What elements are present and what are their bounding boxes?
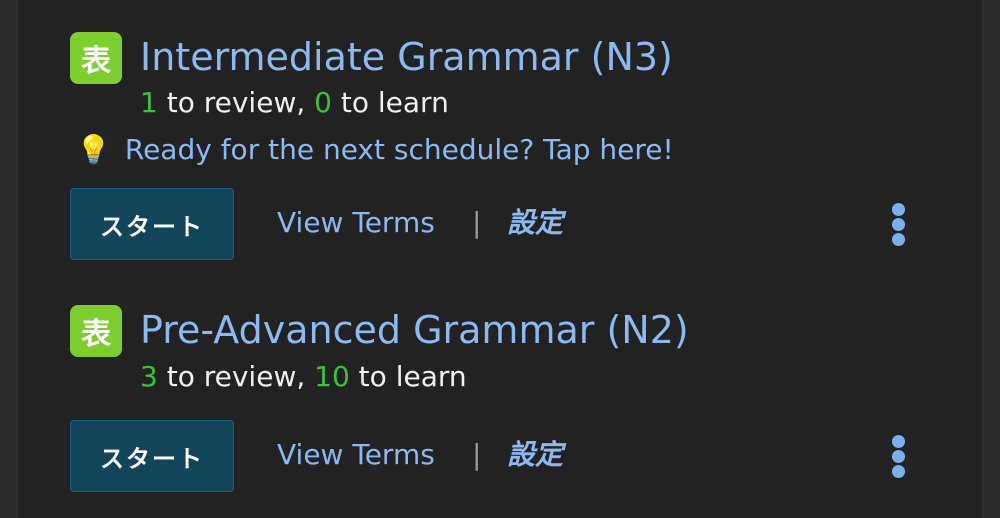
- deck-counts: 1 to review, 0 to learn: [140, 86, 449, 120]
- review-count: 1: [140, 86, 158, 119]
- learn-count: 0: [314, 86, 332, 119]
- learn-label: to learn: [349, 360, 467, 393]
- learn-count: 10: [314, 360, 350, 393]
- deck-counts: 3 to review, 10 to learn: [140, 360, 467, 394]
- separator: |: [472, 438, 482, 471]
- view-terms-link[interactable]: View Terms: [277, 206, 435, 240]
- start-button[interactable]: スタート: [70, 420, 234, 492]
- settings-link[interactable]: 設定: [507, 206, 563, 240]
- deck-title[interactable]: Intermediate Grammar (N3): [140, 34, 673, 80]
- kanji-card-icon: 表: [70, 32, 122, 84]
- learn-label: to learn: [331, 86, 449, 119]
- review-label: to review,: [157, 86, 315, 119]
- separator: |: [472, 206, 482, 239]
- kanji-card-icon: 表: [70, 305, 122, 357]
- review-count: 3: [140, 360, 158, 393]
- review-label: to review,: [157, 360, 315, 393]
- view-terms-link[interactable]: View Terms: [277, 438, 435, 472]
- more-vertical-icon[interactable]: [892, 203, 906, 247]
- settings-link[interactable]: 設定: [507, 438, 563, 472]
- deck-list-screen: 表 Intermediate Grammar (N3) 1 to review,…: [0, 0, 1000, 518]
- more-vertical-icon[interactable]: [892, 435, 906, 479]
- lightbulb-icon: 💡: [76, 133, 111, 166]
- hint-text: Ready for the next schedule? Tap here!: [124, 133, 674, 166]
- start-button[interactable]: スタート: [70, 188, 234, 260]
- left-margin: [0, 0, 18, 518]
- next-schedule-hint[interactable]: 💡 Ready for the next schedule? Tap here!: [76, 133, 674, 167]
- right-margin: [982, 0, 1000, 518]
- deck-title[interactable]: Pre-Advanced Grammar (N2): [140, 307, 689, 353]
